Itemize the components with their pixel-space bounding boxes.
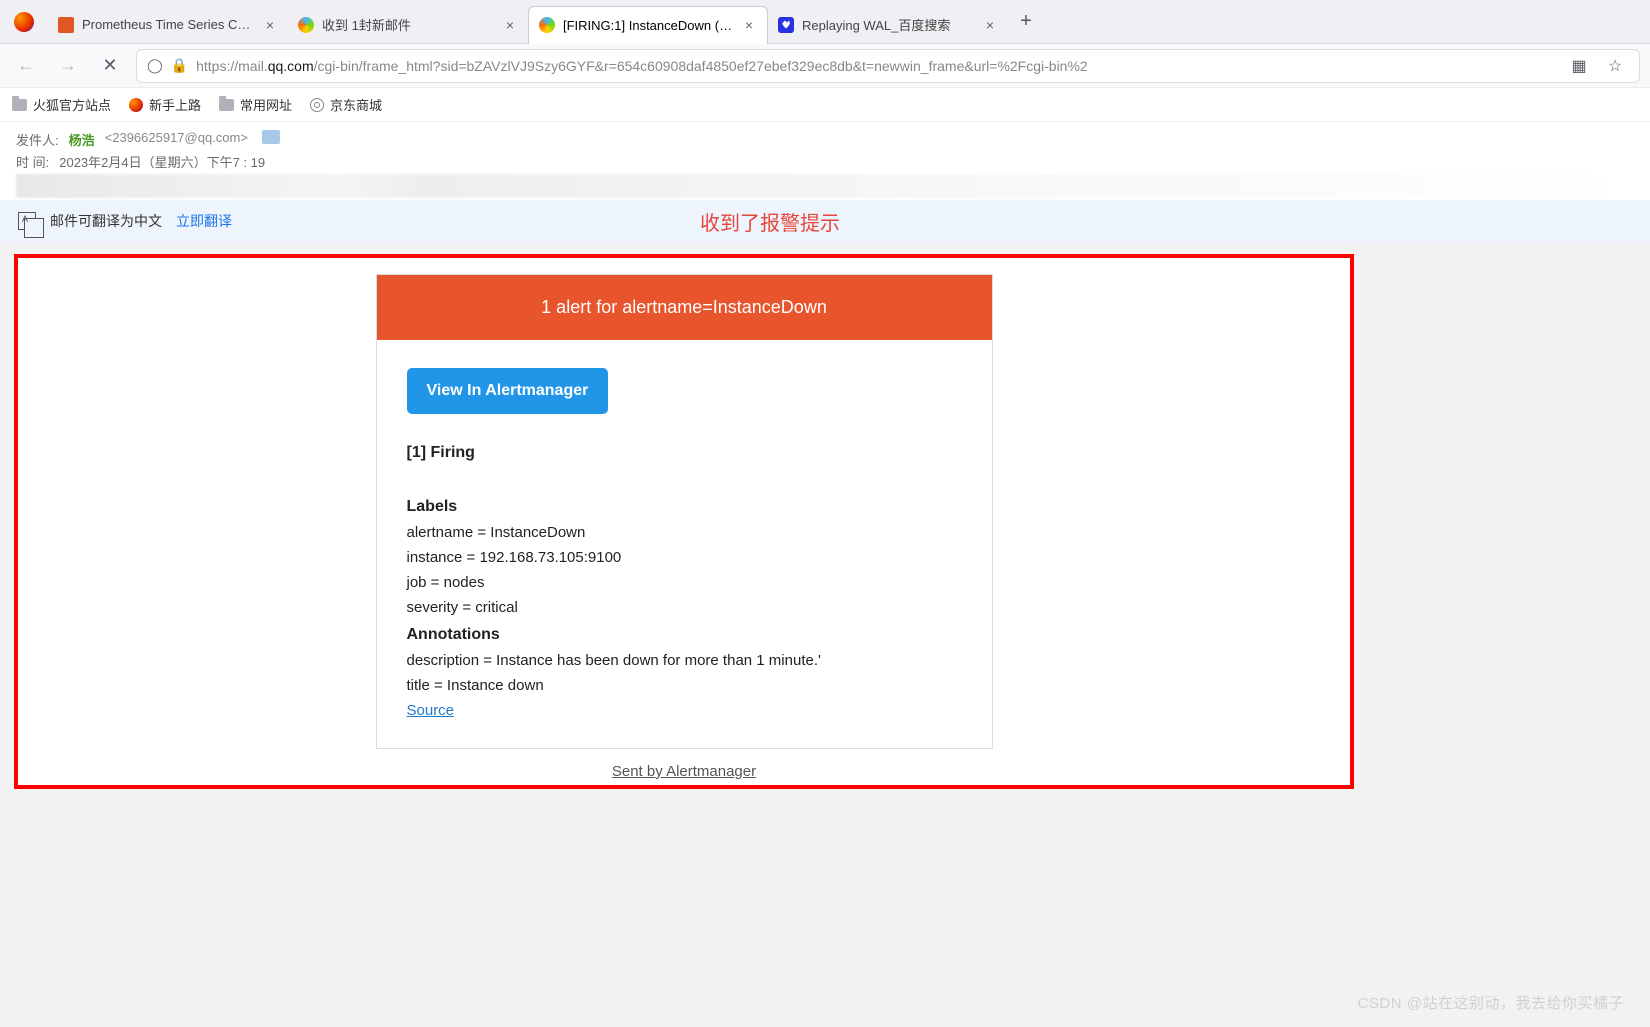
bookmark-label: 新手上路	[149, 95, 201, 114]
labels-heading: Labels	[407, 498, 962, 516]
firing-heading: [1] Firing	[407, 444, 962, 462]
browser-tab-bar: Prometheus Time Series Colle × 收到 1封新邮件 …	[0, 0, 1650, 44]
close-icon[interactable]: ×	[262, 17, 278, 33]
baidu-icon	[778, 17, 794, 33]
url-toolbar: ← → ✕ ◯ 🔒 https://mail.qq.com/cgi-bin/fr…	[0, 44, 1650, 88]
bookmark-label: 火狐官方站点	[33, 95, 111, 114]
jd-icon	[310, 98, 324, 112]
annotation-text: 收到了报警提示	[700, 207, 840, 236]
bookmark-star-icon[interactable]: ☆	[1601, 52, 1629, 80]
qqmail-icon	[298, 17, 314, 33]
sent-by-link[interactable]: Sent by Alertmanager	[208, 763, 1160, 780]
address-bar[interactable]: ◯ 🔒 https://mail.qq.com/cgi-bin/frame_ht…	[136, 49, 1640, 83]
alert-header: 1 alert for alertname=InstanceDown	[377, 275, 992, 340]
prometheus-icon	[58, 17, 74, 33]
source-link[interactable]: Source	[407, 702, 455, 719]
bookmark-getting-started[interactable]: 新手上路	[129, 95, 201, 114]
annotations-heading: Annotations	[407, 626, 962, 644]
annotation-title: title = Instance down	[407, 677, 962, 694]
label-instance: instance = 192.168.73.105:9100	[407, 549, 962, 566]
translate-icon	[18, 212, 36, 230]
from-label: 发件人:	[16, 130, 59, 149]
email-header: 发件人: 杨浩 <2396625917@qq.com> 时 间: 2023年2月…	[0, 122, 1650, 200]
tab-prometheus[interactable]: Prometheus Time Series Colle ×	[48, 6, 288, 44]
email-body: 1 alert for alertname=InstanceDown View …	[0, 242, 1650, 1027]
folder-icon	[219, 99, 234, 111]
time-label: 时 间:	[16, 152, 49, 171]
contact-card-icon[interactable]	[262, 130, 280, 144]
close-icon[interactable]: ×	[982, 17, 998, 33]
tab-title: Prometheus Time Series Colle	[82, 17, 256, 32]
label-job: job = nodes	[407, 574, 962, 591]
watermark: CSDN @站在这别动，我去给你买橘子	[1358, 992, 1624, 1013]
time-row: 时 间: 2023年2月4日（星期六）下午7 : 19	[16, 152, 1634, 171]
annotation-description: description = Instance has been down for…	[407, 652, 962, 669]
view-alertmanager-button[interactable]: View In Alertmanager	[407, 368, 609, 414]
close-icon[interactable]: ×	[502, 17, 518, 33]
url-host: qq.com	[268, 58, 314, 74]
tab-title: Replaying WAL_百度搜索	[802, 15, 976, 34]
tab-qqmail-inbox[interactable]: 收到 1封新邮件 ×	[288, 6, 528, 44]
url-path: /cgi-bin/frame_html?sid=bZAVzlVJ9Szy6GYF…	[314, 58, 1088, 74]
url-prefix: https://mail.	[196, 58, 268, 74]
shield-icon: ◯	[147, 57, 163, 74]
tab-baidu-search[interactable]: Replaying WAL_百度搜索 ×	[768, 6, 1008, 44]
close-icon[interactable]: ×	[741, 17, 757, 33]
sender-row: 发件人: 杨浩 <2396625917@qq.com>	[16, 130, 1634, 149]
bookmark-label: 京东商城	[330, 95, 382, 114]
label-alertname: alertname = InstanceDown	[407, 524, 962, 541]
redacted-row	[16, 174, 1634, 198]
back-button[interactable]: ←	[10, 50, 42, 82]
bookmark-common-sites[interactable]: 常用网址	[219, 95, 292, 114]
forward-button[interactable]: →	[52, 50, 84, 82]
translate-text: 邮件可翻译为中文	[50, 211, 162, 231]
tabs-container: Prometheus Time Series Colle × 收到 1封新邮件 …	[48, 0, 1650, 43]
highlight-box: 1 alert for alertname=InstanceDown View …	[14, 254, 1354, 789]
firefox-icon	[14, 12, 34, 32]
firefox-icon	[129, 98, 143, 112]
translate-bar: 邮件可翻译为中文 立即翻译 收到了报警提示	[0, 200, 1650, 242]
qr-icon[interactable]: ▦	[1565, 52, 1593, 80]
alert-body: View In Alertmanager [1] Firing Labels a…	[377, 340, 992, 748]
label-severity: severity = critical	[407, 599, 962, 616]
bookmark-label: 常用网址	[240, 95, 292, 114]
time-value: 2023年2月4日（星期六）下午7 : 19	[59, 152, 265, 171]
tab-title: [FIRING:1] InstanceDown (19…	[563, 18, 735, 33]
bookmarks-bar: 火狐官方站点 新手上路 常用网址 京东商城	[0, 88, 1650, 122]
firefox-logo	[0, 0, 48, 44]
alert-card: 1 alert for alertname=InstanceDown View …	[376, 274, 993, 749]
tab-title: 收到 1封新邮件	[322, 15, 496, 34]
sender-email: <2396625917@qq.com>	[105, 130, 248, 149]
bookmark-jd[interactable]: 京东商城	[310, 95, 382, 114]
stop-button[interactable]: ✕	[94, 50, 126, 82]
new-tab-button[interactable]: +	[1008, 4, 1044, 40]
translate-now-link[interactable]: 立即翻译	[176, 211, 232, 231]
tab-firing-instancedown[interactable]: [FIRING:1] InstanceDown (19… ×	[528, 6, 768, 44]
sender-name: 杨浩	[69, 130, 95, 149]
url-text: https://mail.qq.com/cgi-bin/frame_html?s…	[196, 58, 1557, 74]
folder-icon	[12, 99, 27, 111]
qqmail-icon	[539, 17, 555, 33]
lock-icon: 🔒	[171, 57, 188, 74]
bookmark-firefox-official[interactable]: 火狐官方站点	[12, 95, 111, 114]
